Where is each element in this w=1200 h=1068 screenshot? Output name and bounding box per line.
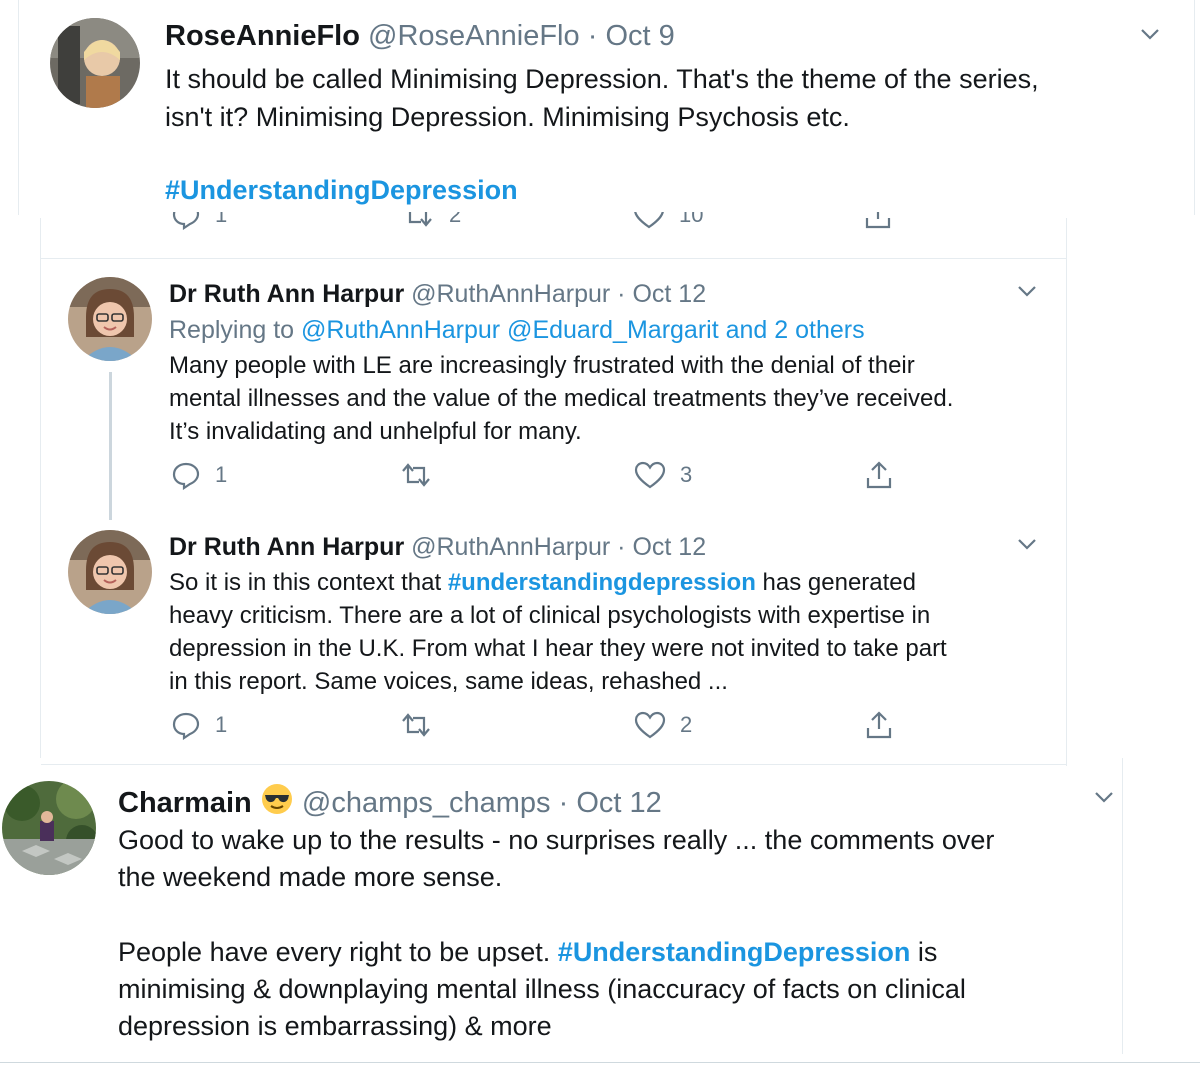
display-name[interactable]: Dr Ruth Ann Harpur (169, 280, 404, 308)
tweet-text-line: minimising & downplaying mental illness … (118, 974, 966, 1004)
separator-dot: · (617, 280, 626, 308)
share-button[interactable] (864, 710, 894, 740)
reply-icon (172, 212, 200, 230)
tweet-header: RoseAnnieFlo @RoseAnnieFlo · Oct 9 (165, 18, 675, 54)
reply-icon (172, 712, 200, 740)
like-count: 10 (679, 212, 704, 227)
user-handle[interactable]: @champs_champs (302, 787, 551, 819)
tweet-actions: 1 2 (41, 710, 1066, 750)
retweet-button[interactable]: 2 (401, 212, 461, 230)
avatar[interactable] (68, 530, 152, 614)
tweet-text-line: mental illnesses and the value of the me… (169, 385, 954, 412)
tweet-text: People have every right to be upset. #Un… (118, 934, 966, 1045)
tweet-text-segment: So it is in this context that (169, 569, 442, 596)
chevron-down-icon[interactable] (1017, 537, 1037, 551)
tweet-text-line: depression in the U.K. From what I hear … (169, 635, 947, 662)
display-name[interactable]: Dr Ruth Ann Harpur (169, 533, 404, 561)
tweet-text-line: Good to wake up to the results - no surp… (118, 825, 995, 855)
tweet-header: Charmain @champs_champs · Oct 12 (118, 782, 662, 821)
separator-dot: · (558, 787, 569, 819)
reply-button[interactable]: 1 (171, 710, 227, 740)
divider (41, 258, 1066, 259)
reply-button[interactable]: 1 (171, 212, 227, 230)
separator-dot: · (617, 533, 626, 561)
heart-icon (634, 711, 666, 739)
tweet-text-line: the weekend made more sense. (118, 862, 503, 892)
tweet-date[interactable]: Oct 12 (632, 533, 706, 561)
tweet-text-line: It’s invalidating and unhelpful for many… (169, 418, 582, 445)
like-count: 2 (680, 712, 693, 737)
thread-border-right (1066, 218, 1067, 766)
heart-icon (634, 461, 666, 489)
tweet-text-segment: People have every right to be upset. (118, 937, 551, 967)
bottom-border (0, 1062, 1200, 1063)
user-handle[interactable]: @RuthAnnHarpur (411, 280, 610, 308)
tweet-actions-clipped: 1 2 10 (41, 212, 1066, 240)
tweet-text-line: in this report. Same voices, same ideas,… (169, 668, 728, 695)
sunglasses-emoji-icon (261, 784, 292, 814)
replying-to-label: Replying to (169, 316, 295, 344)
tweet-text-line: isn't it? Minimising Depression. Minimis… (165, 102, 850, 132)
reply-button[interactable]: 1 (171, 460, 227, 490)
tweet-date[interactable]: Oct 12 (632, 280, 706, 308)
chevron-down-icon[interactable] (1140, 27, 1160, 41)
tweet-text-line: depression is embarrassing) & more (118, 1011, 552, 1041)
user-handle[interactable]: @RoseAnnieFlo (368, 20, 580, 52)
chevron-down-icon[interactable] (1017, 284, 1037, 298)
retweet-button[interactable] (399, 710, 433, 740)
avatar[interactable] (50, 18, 140, 108)
heart-icon (634, 212, 664, 229)
tweet-header: Dr Ruth Ann Harpur @RuthAnnHarpur · Oct … (169, 531, 706, 563)
tweet-border-left (18, 0, 19, 215)
share-icon (865, 212, 891, 229)
tweet-text-segment: has generated (762, 569, 917, 596)
display-name[interactable]: Charmain (118, 787, 252, 819)
tweet-text-line: People have every right to be upset. #Un… (118, 934, 966, 971)
divider (41, 764, 1066, 765)
retweet-icon (408, 212, 432, 227)
tweet-actions: 1 3 (41, 460, 1066, 500)
share-button[interactable] (863, 212, 893, 230)
tweet-text-line: heavy criticism. There are a lot of clin… (169, 602, 931, 629)
share-icon (866, 711, 892, 739)
like-count: 3 (680, 462, 693, 487)
replying-to-mentions[interactable]: @RuthAnnHarpur @Eduard_Margarit and 2 ot… (301, 316, 865, 344)
reply-icon (172, 462, 200, 490)
retweet-button[interactable] (399, 460, 433, 490)
hashtag-link[interactable]: #understandingdepression (448, 569, 756, 596)
tweet-text-line: It should be called Minimising Depressio… (165, 64, 1039, 94)
reply-count: 1 (215, 712, 228, 737)
tweet-text: It should be called Minimising Depressio… (165, 60, 1039, 136)
tweet-text: So it is in this context that #understan… (169, 566, 947, 698)
like-button[interactable]: 3 (634, 460, 692, 490)
like-button[interactable]: 2 (634, 710, 692, 740)
retweet-count: 2 (449, 212, 462, 227)
user-handle[interactable]: @RuthAnnHarpur (411, 533, 610, 561)
like-button[interactable]: 10 (633, 212, 703, 230)
tweet-date[interactable]: Oct 12 (576, 787, 661, 819)
separator-dot: · (587, 20, 598, 52)
chevron-down-icon[interactable] (1094, 790, 1114, 804)
tweet-header: Dr Ruth Ann Harpur @RuthAnnHarpur · Oct … (169, 278, 706, 310)
display-name[interactable]: RoseAnnieFlo (165, 20, 360, 52)
retweet-icon (402, 713, 430, 737)
replying-to: Replying to @RuthAnnHarpur @Eduard_Marga… (169, 314, 865, 346)
avatar[interactable] (68, 277, 152, 361)
tweet-border-right (1122, 758, 1123, 1054)
tweet-date[interactable]: Oct 9 (605, 20, 674, 52)
share-icon (866, 461, 892, 489)
hashtag-link[interactable]: #UnderstandingDepression (558, 937, 911, 967)
reply-count: 1 (215, 462, 228, 487)
hashtag-link[interactable]: #UnderstandingDepression (165, 171, 518, 209)
tweet-text: Good to wake up to the results - no surp… (118, 822, 994, 896)
share-button[interactable] (864, 460, 894, 490)
tweet-text-segment: is (917, 937, 938, 967)
tweet-text-line: So it is in this context that #understan… (169, 566, 947, 599)
tweet-border-right (1194, 0, 1195, 215)
reply-count: 1 (215, 212, 228, 227)
avatar[interactable] (2, 781, 96, 875)
tweet-text: Many people with LE are increasingly fru… (169, 349, 953, 448)
tweet-text-line: Many people with LE are increasingly fru… (169, 352, 915, 379)
retweet-icon (402, 463, 430, 487)
